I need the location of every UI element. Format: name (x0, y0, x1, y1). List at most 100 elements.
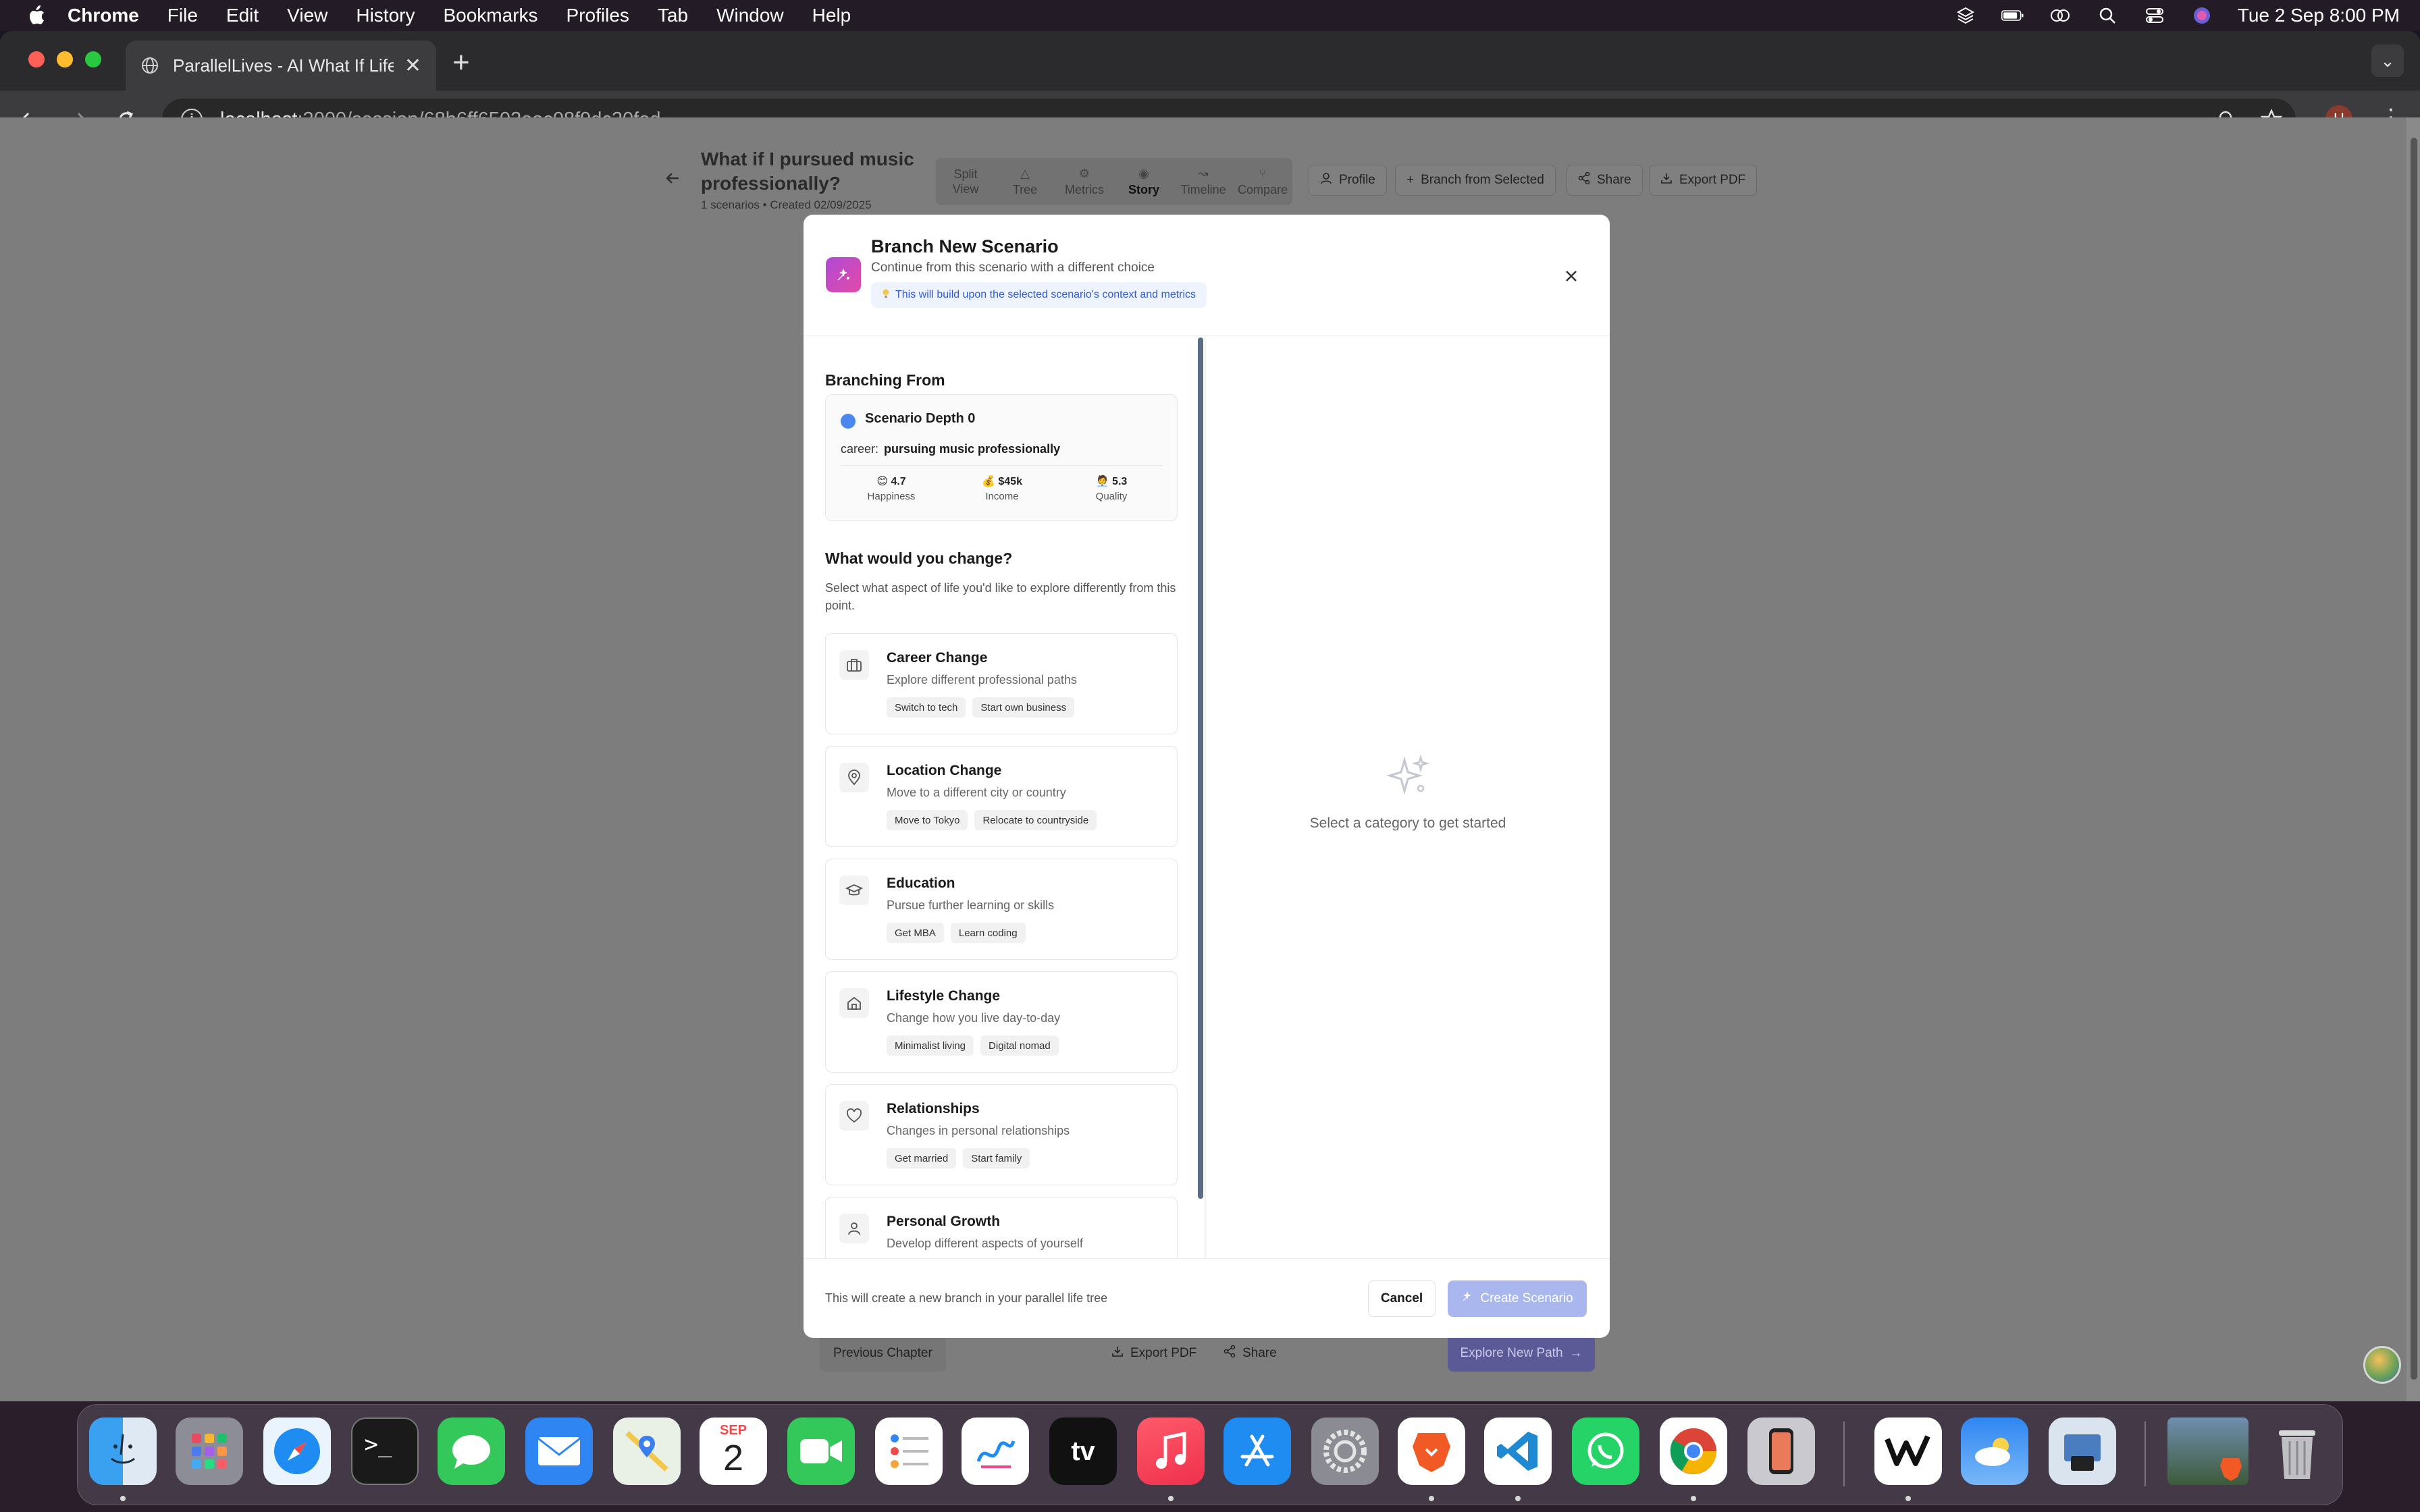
wave-app-icon[interactable] (1874, 1418, 1942, 1485)
running-indicator (1905, 1496, 1911, 1501)
menu-view[interactable]: View (287, 5, 327, 26)
reminders-icon[interactable] (875, 1418, 943, 1485)
tab-story[interactable]: ◉ Story (1114, 158, 1174, 205)
menu-tab[interactable]: Tab (658, 5, 688, 26)
recent-window-thumbnail[interactable] (2167, 1418, 2248, 1485)
menu-profiles[interactable]: Profiles (567, 5, 629, 26)
view-tabs: Split View △ Tree ⚙ Metrics ◉ Story ↝ Ti… (936, 158, 1292, 205)
tab-strip: ParallelLives - AI What If Life ✕ + ⌄ (0, 31, 2420, 90)
tab-split-view[interactable]: Split View (936, 158, 995, 205)
apple-tv-icon[interactable]: tv (1049, 1418, 1117, 1485)
previous-chapter-button[interactable]: Previous Chapter (820, 1335, 946, 1372)
cancel-button[interactable]: Cancel (1368, 1280, 1436, 1317)
metric-happiness-label: Happiness (867, 491, 916, 502)
siri-icon[interactable] (2190, 7, 2213, 24)
bottom-export-pdf-button[interactable]: Export PDF (1111, 1335, 1196, 1372)
whatsapp-icon[interactable] (1572, 1418, 1639, 1485)
category-education[interactable]: Education Pursue further learning or ski… (825, 859, 1178, 960)
trash-icon[interactable] (2263, 1418, 2331, 1485)
tab-timeline-label: Timeline (1180, 183, 1226, 196)
category-pane[interactable]: Branching From Scenario Depth 0 career: p… (804, 336, 1199, 1258)
create-scenario-button[interactable]: Create Scenario (1448, 1280, 1587, 1317)
heart-icon (839, 1101, 869, 1131)
music-icon[interactable] (1137, 1418, 1205, 1485)
finder-icon[interactable] (89, 1418, 157, 1485)
facetime-icon[interactable] (787, 1418, 855, 1485)
mail-icon[interactable] (525, 1418, 593, 1485)
close-window-button[interactable] (28, 51, 45, 68)
category-career-change[interactable]: Career Change Explore different professi… (825, 633, 1178, 734)
safari-icon[interactable] (263, 1418, 331, 1485)
tab-search-button[interactable]: ⌄ (2371, 45, 2404, 77)
tab-timeline[interactable]: ↝ Timeline (1174, 158, 1233, 205)
metric-happiness: 😊 4.7 Happiness (847, 475, 935, 502)
category-example-tag: Get married (887, 1148, 957, 1168)
maps-icon[interactable] (613, 1418, 681, 1485)
menu-history[interactable]: History (356, 5, 415, 26)
menu-window[interactable]: Window (716, 5, 784, 26)
system-settings-icon[interactable] (1311, 1418, 1379, 1485)
globe-icon (140, 56, 159, 75)
branch-from-selected-button[interactable]: + Branch from Selected (1395, 165, 1556, 196)
calendar-icon[interactable]: SEP 2 (700, 1418, 767, 1485)
metric-quality-label: Quality (1095, 491, 1128, 502)
tree-icon: △ (1020, 167, 1030, 180)
freeform-icon[interactable] (962, 1418, 1029, 1485)
category-personal-growth[interactable]: Personal Growth Develop different aspect… (825, 1197, 1178, 1258)
profile-button[interactable]: Profile (1309, 165, 1387, 196)
screen-mirroring-icon[interactable] (2049, 7, 2072, 24)
category-example-tag: Switch to tech (887, 697, 966, 718)
back-arrow-icon[interactable] (664, 169, 681, 192)
iphone-mirroring-icon[interactable] (1747, 1418, 1815, 1485)
metric-quality: 🧑‍💼 5.3 Quality (1068, 475, 1155, 502)
browser-tab-active[interactable]: ParallelLives - AI What If Life ✕ (126, 40, 436, 90)
apple-icon[interactable] (27, 5, 46, 26)
messages-icon[interactable] (438, 1418, 505, 1485)
terminal-icon[interactable]: >_ (351, 1418, 419, 1485)
chrome-icon[interactable] (1660, 1418, 1727, 1485)
explore-new-path-button[interactable]: Explore New Path → (1448, 1335, 1595, 1372)
tab-tree[interactable]: △ Tree (995, 158, 1055, 205)
tab-split-view-line2: View (952, 182, 979, 196)
menu-file[interactable]: File (167, 5, 198, 26)
share-button[interactable]: Share (1567, 165, 1643, 196)
timeline-icon: ↝ (1198, 167, 1209, 180)
vscode-icon[interactable] (1484, 1418, 1552, 1485)
tab-story-label: Story (1128, 183, 1159, 196)
branching-from-heading: Branching From (825, 371, 945, 389)
close-icon[interactable] (1560, 265, 1583, 288)
launchpad-icon[interactable] (176, 1418, 243, 1485)
weather-icon[interactable] (1961, 1418, 2028, 1485)
tab-compare[interactable]: ⑂ Compare (1233, 158, 1292, 205)
tab-metrics[interactable]: ⚙ Metrics (1055, 158, 1114, 205)
menu-help[interactable]: Help (812, 5, 851, 26)
page-scrollbar-thumb[interactable] (2411, 138, 2417, 1380)
spotlight-search-icon[interactable] (2096, 7, 2119, 24)
new-tab-button[interactable]: + (452, 46, 470, 80)
page-scrollbar[interactable] (2406, 117, 2420, 1401)
menubar-datetime[interactable]: Tue 2 Sep 8:00 PM (2238, 5, 2400, 26)
category-lifestyle-change[interactable]: Lifestyle Change Change how you live day… (825, 971, 1178, 1073)
preview-icon[interactable] (2049, 1418, 2116, 1485)
macos-menubar: Chrome File Edit View History Bookmarks … (0, 0, 2420, 31)
menu-bookmarks[interactable]: Bookmarks (443, 5, 537, 26)
layers-icon[interactable] (1954, 7, 1977, 24)
brave-browser-icon[interactable] (1398, 1418, 1465, 1485)
calendar-month: SEP (719, 1423, 747, 1438)
assistant-orb-icon[interactable] (2363, 1346, 2401, 1384)
control-center-icon[interactable] (2143, 7, 2166, 24)
app-store-icon[interactable] (1224, 1418, 1291, 1485)
category-relationships[interactable]: Relationships Changes in personal relati… (825, 1084, 1178, 1185)
bottom-share-button[interactable]: Share (1224, 1335, 1277, 1372)
close-tab-icon[interactable]: ✕ (404, 54, 421, 78)
category-description: Pursue further learning or skills (887, 898, 1055, 912)
category-location-change[interactable]: Location Change Move to a different city… (825, 746, 1178, 847)
minimize-window-button[interactable] (57, 51, 73, 68)
menu-edit[interactable]: Edit (226, 5, 259, 26)
scenario-field: career: pursuing music professionally (841, 442, 1060, 456)
category-scrollbar[interactable] (1198, 338, 1203, 1199)
menu-app-name[interactable]: Chrome (68, 5, 139, 26)
battery-icon[interactable] (2001, 7, 2024, 24)
export-pdf-button[interactable]: Export PDF (1649, 165, 1758, 196)
maximize-window-button[interactable] (85, 51, 101, 68)
